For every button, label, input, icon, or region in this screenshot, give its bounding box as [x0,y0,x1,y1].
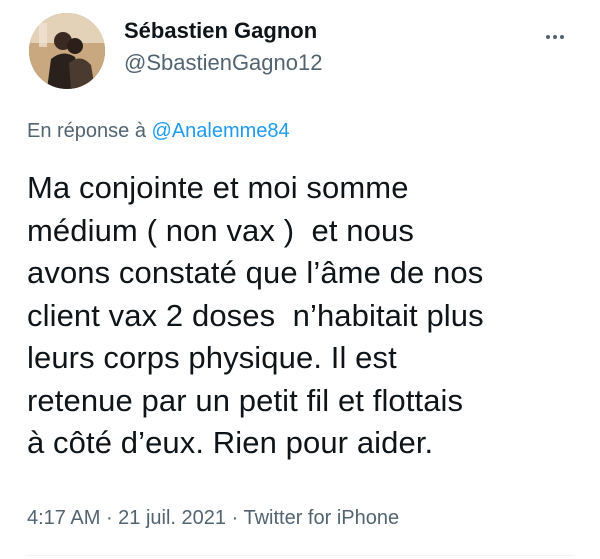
reply-prefix: En réponse à [27,120,152,142]
more-horizontal-icon[interactable] [546,26,576,39]
tweet-card: Sébastien Gagnon @SbastienGagno12 En rép… [0,0,600,559]
more-dot [560,35,564,39]
tweet-text: Ma conjointe et moi somme médium ( non v… [27,170,484,460]
author-handle[interactable]: @SbastienGagno12 [124,50,322,76]
tweet-metadata: 4:17 AM · 21 juil. 2021 · Twitter for iP… [27,506,399,530]
author-name[interactable]: Sébastien Gagnon [124,18,317,44]
reply-target-link[interactable]: @Analemme84 [152,120,290,142]
avatar-image [29,13,105,89]
meta-separator: · [100,507,119,529]
divider [27,555,573,556]
more-dot [546,35,550,39]
avatar[interactable] [29,13,105,89]
meta-separator: · [226,507,244,529]
tweet-source-link[interactable]: Twitter for iPhone [243,507,399,529]
more-dot [553,35,557,39]
tweet-date[interactable]: 21 juil. 2021 [118,507,226,529]
tweet-time[interactable]: 4:17 AM [27,507,100,529]
reply-context: En réponse à @Analemme84 [27,119,290,143]
